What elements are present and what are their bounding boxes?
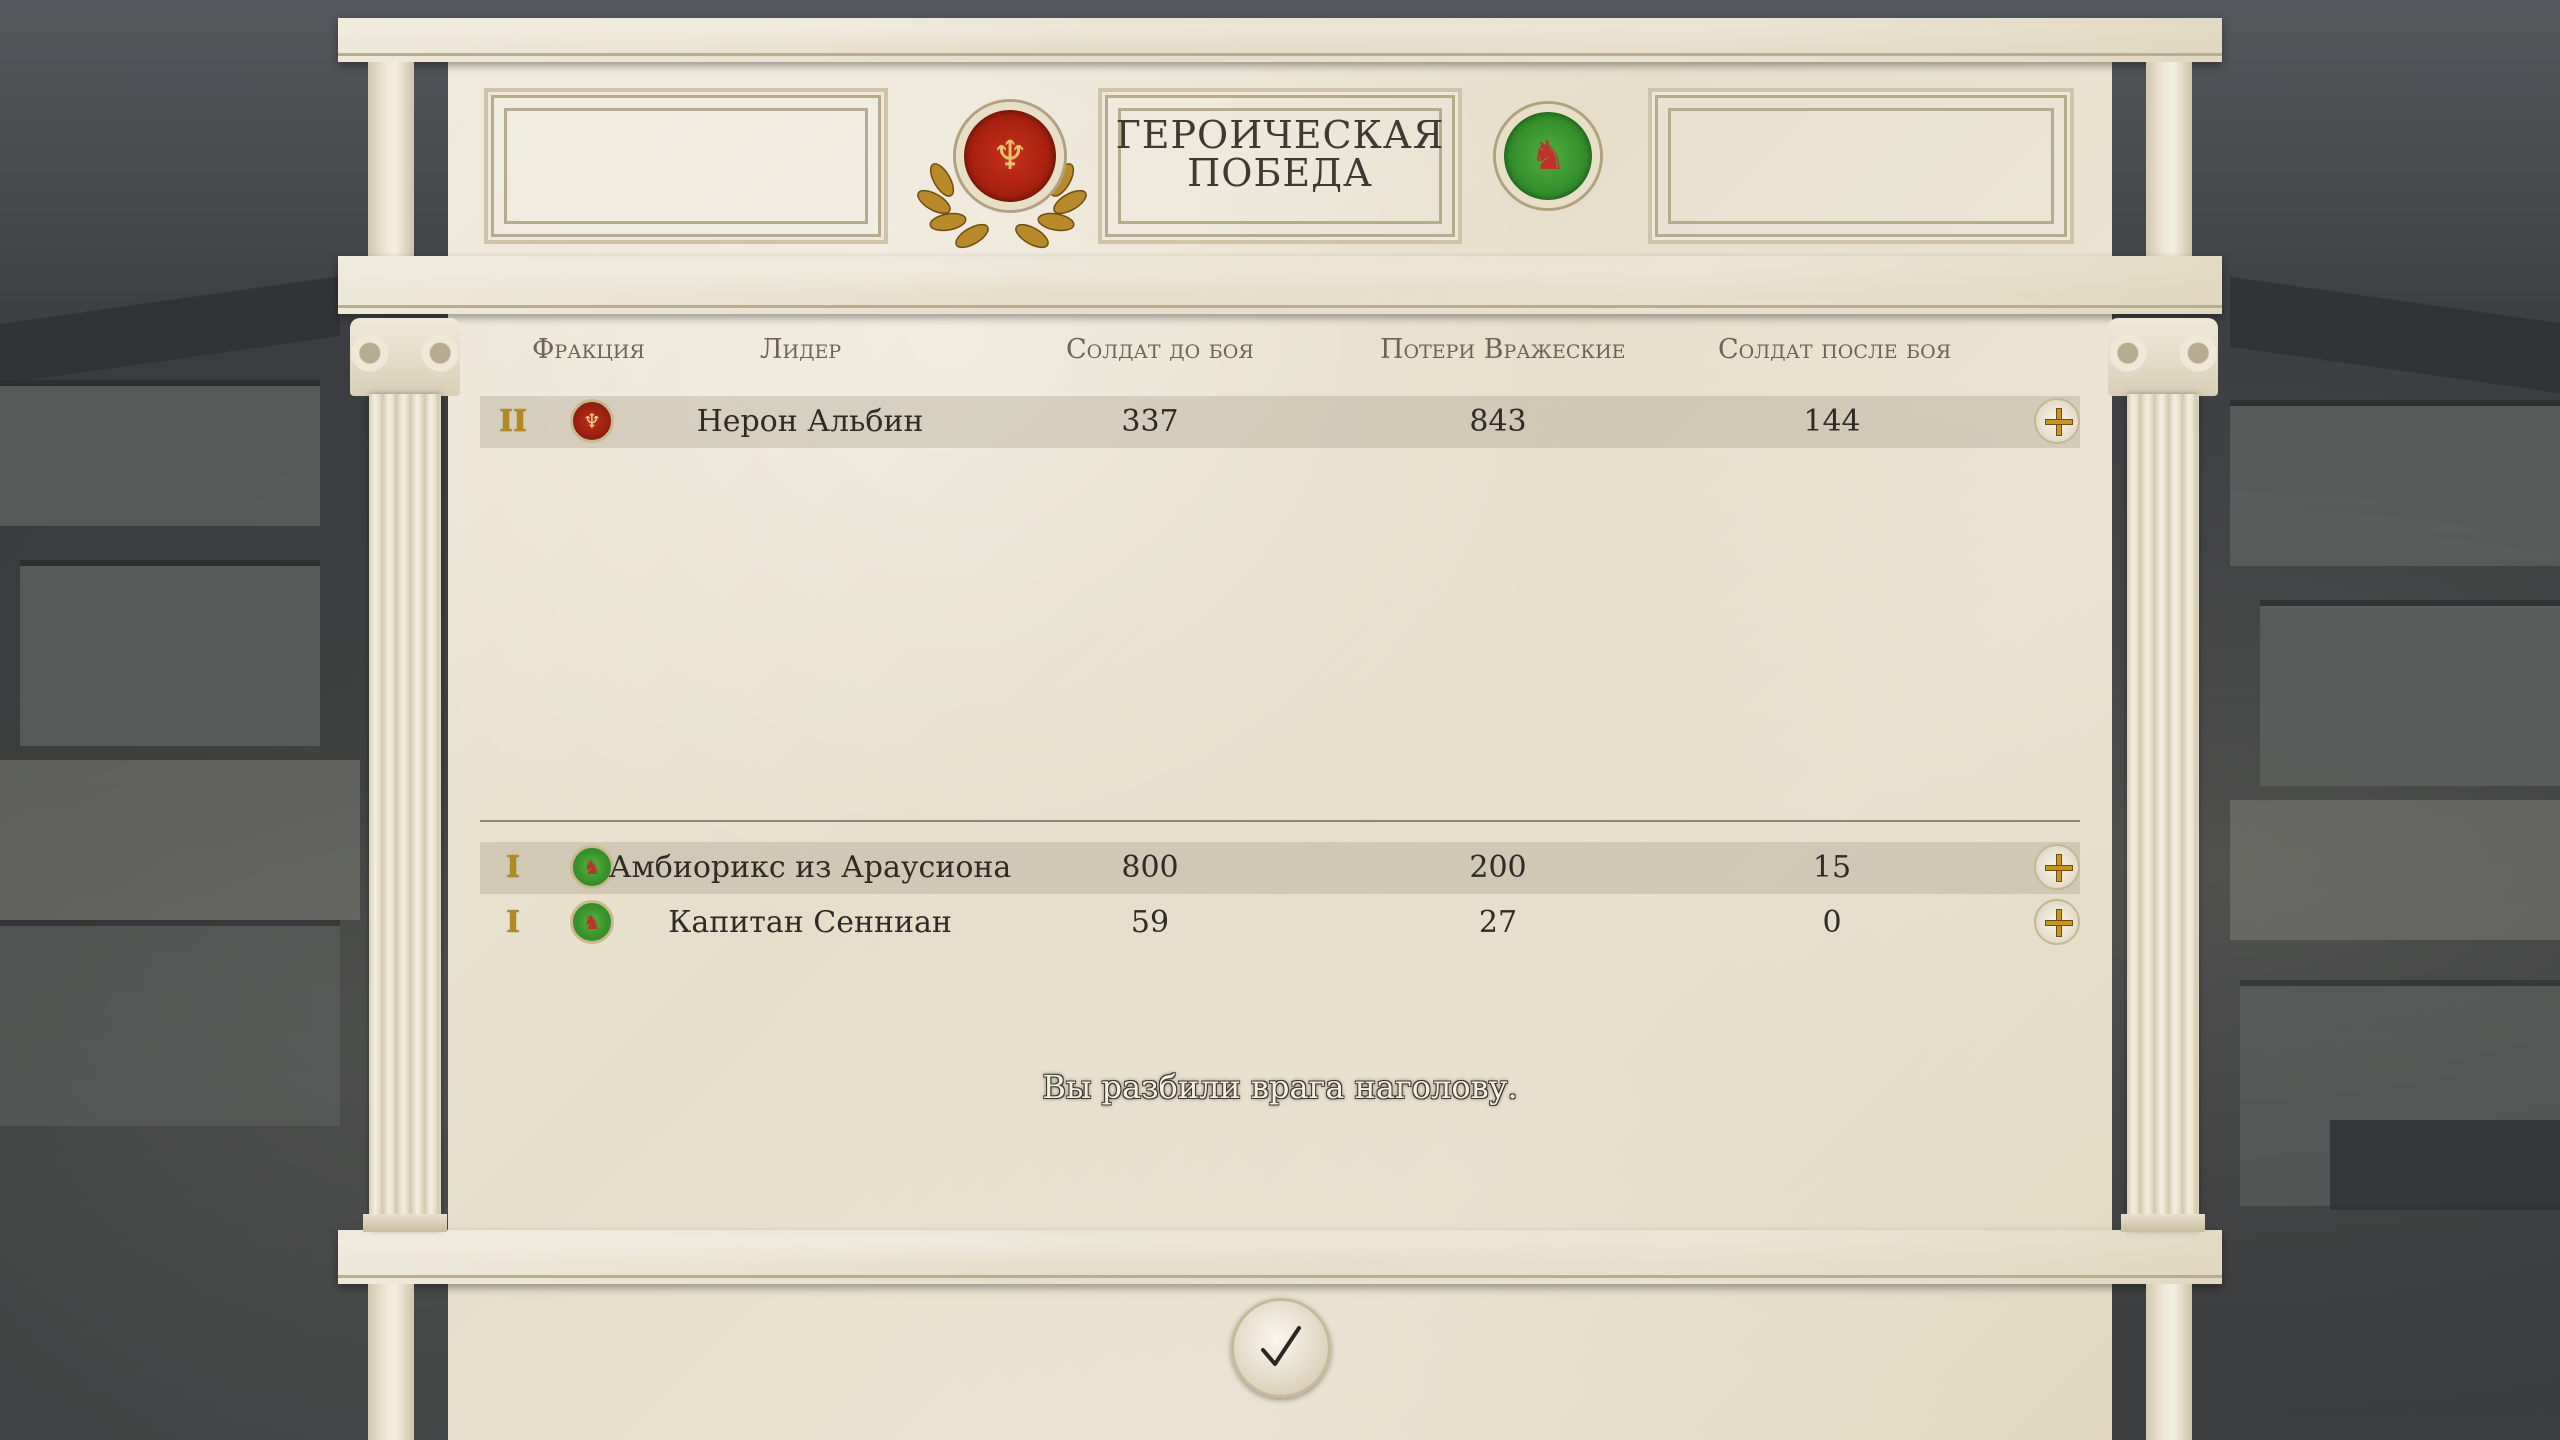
battle-outcome-message: Вы разбили врага наголову. <box>1042 1068 1518 1106</box>
soldiers-after: 144 <box>1803 404 1861 439</box>
column-header-soldiers-before: Солдат до боя <box>1066 334 1254 365</box>
left-column <box>369 394 441 1230</box>
soldiers-after: 15 <box>1812 850 1852 885</box>
header-beam <box>338 256 2222 314</box>
footer-beam <box>338 1230 2222 1284</box>
checkmark-icon <box>1261 1326 1301 1366</box>
soldiers-before: 59 <box>1130 905 1170 940</box>
right-footer-pilaster <box>2146 1284 2192 1440</box>
enemy-losses: 200 <box>1469 850 1527 885</box>
title-line-1: ГЕРОИЧЕСКАЯ <box>1115 113 1445 157</box>
right-pilaster <box>2146 62 2192 272</box>
table-row-player[interactable]: II ♆ Нерон Альбин 337 843 144 <box>480 396 2080 448</box>
table-row-enemy[interactable]: I ♞ Капитан Сенниан 59 27 0 <box>480 897 2080 949</box>
expand-details-button[interactable] <box>2034 398 2080 444</box>
leader-name: Амбиорикс из Араусиона <box>608 850 1012 885</box>
confirm-button[interactable] <box>1231 1298 1331 1398</box>
roman-faction-emblem-icon: ♆ <box>956 102 1064 210</box>
column-header-leader: Лидер <box>760 334 842 365</box>
soldiers-before: 800 <box>1121 850 1179 885</box>
battle-result-title: ГЕРОИЧЕСКАЯ ПОБЕДА <box>1110 116 1450 192</box>
expand-details-button[interactable] <box>2034 899 2080 945</box>
leader-name: Нерон Альбин <box>696 404 924 439</box>
boar-faction-emblem-icon: ♞ <box>1496 104 1600 208</box>
top-entablature <box>338 18 2222 62</box>
title-line-2: ПОБЕДА <box>1187 151 1373 195</box>
left-info-plaque <box>484 88 888 244</box>
column-header-faction: Фракция <box>532 334 645 365</box>
left-footer-pilaster <box>368 1284 414 1440</box>
table-divider <box>480 820 2080 822</box>
column-header-enemy-losses: Потери Вражеские <box>1380 334 1626 365</box>
right-column-capital <box>2108 318 2218 396</box>
right-column <box>2127 394 2199 1230</box>
table-row-enemy[interactable]: I ♞ Амбиорикс из Араусиона 800 200 15 <box>480 842 2080 894</box>
expand-details-button[interactable] <box>2034 844 2080 890</box>
enemy-losses: 843 <box>1469 404 1527 439</box>
soldiers-before: 337 <box>1121 404 1179 439</box>
column-header-soldiers-after: Солдат после боя <box>1718 334 1952 365</box>
right-info-plaque <box>1648 88 2074 244</box>
soldiers-after: 0 <box>1822 905 1842 940</box>
enemy-losses: 27 <box>1478 905 1518 940</box>
leader-name: Капитан Сенниан <box>668 905 952 940</box>
left-column-capital <box>350 318 460 396</box>
right-column-base <box>2121 1214 2205 1232</box>
left-pilaster <box>368 62 414 272</box>
left-column-base <box>363 1214 447 1232</box>
